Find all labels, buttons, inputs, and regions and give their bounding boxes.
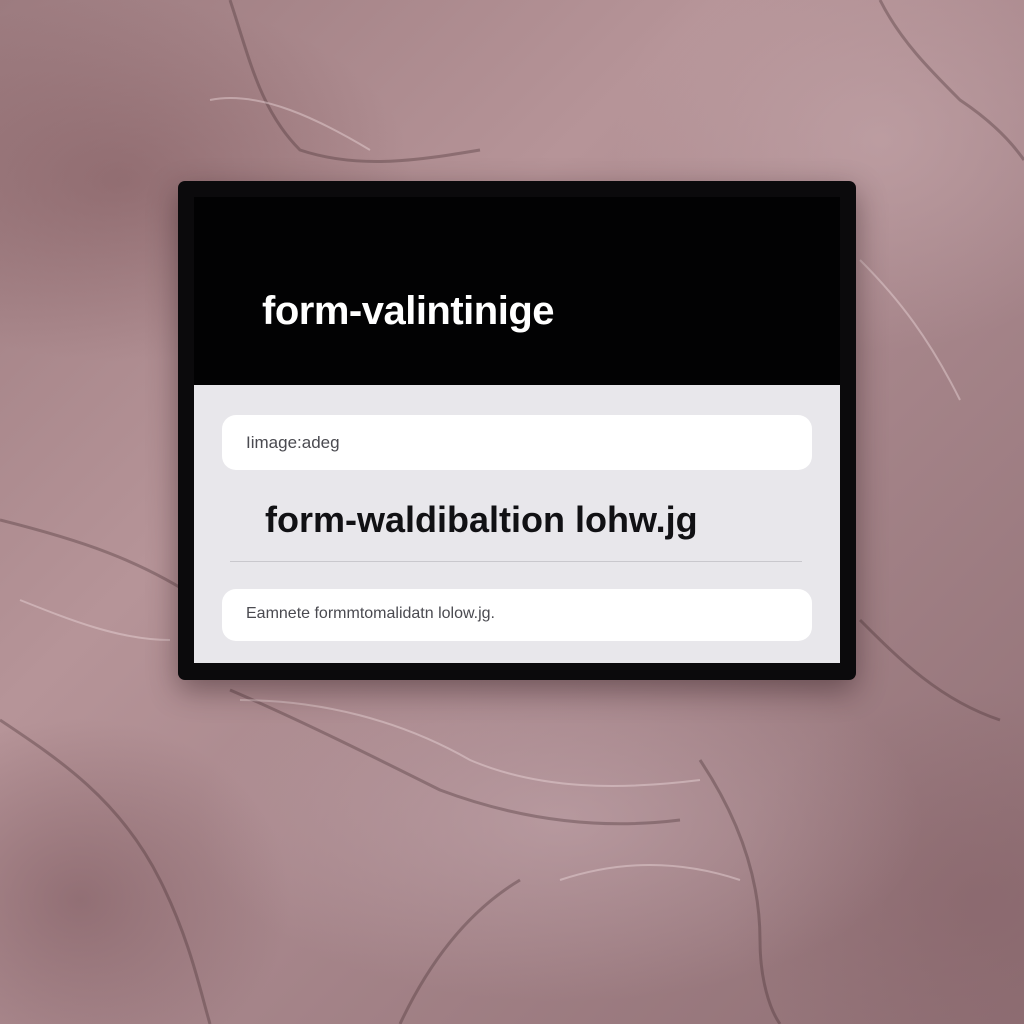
- dialog-title: form-valintinige: [262, 289, 555, 333]
- top-input-value: Iimage:adeg: [246, 433, 340, 452]
- main-label: form-waldibaltion lohw.jg: [265, 499, 698, 540]
- bottom-input-value: Eamnete formmtomalidatn lolow.jg.: [246, 605, 495, 622]
- dialog-window: form-valintinige Iimage:adeg form-waldib…: [178, 181, 856, 680]
- top-input-field[interactable]: Iimage:adeg: [222, 415, 812, 470]
- dialog-header: form-valintinige: [194, 197, 840, 385]
- divider: [230, 561, 802, 562]
- bottom-input-field[interactable]: Eamnete formmtomalidatn lolow.jg.: [222, 589, 812, 641]
- form-panel: Iimage:adeg form-waldibaltion lohw.jg Ea…: [194, 385, 840, 663]
